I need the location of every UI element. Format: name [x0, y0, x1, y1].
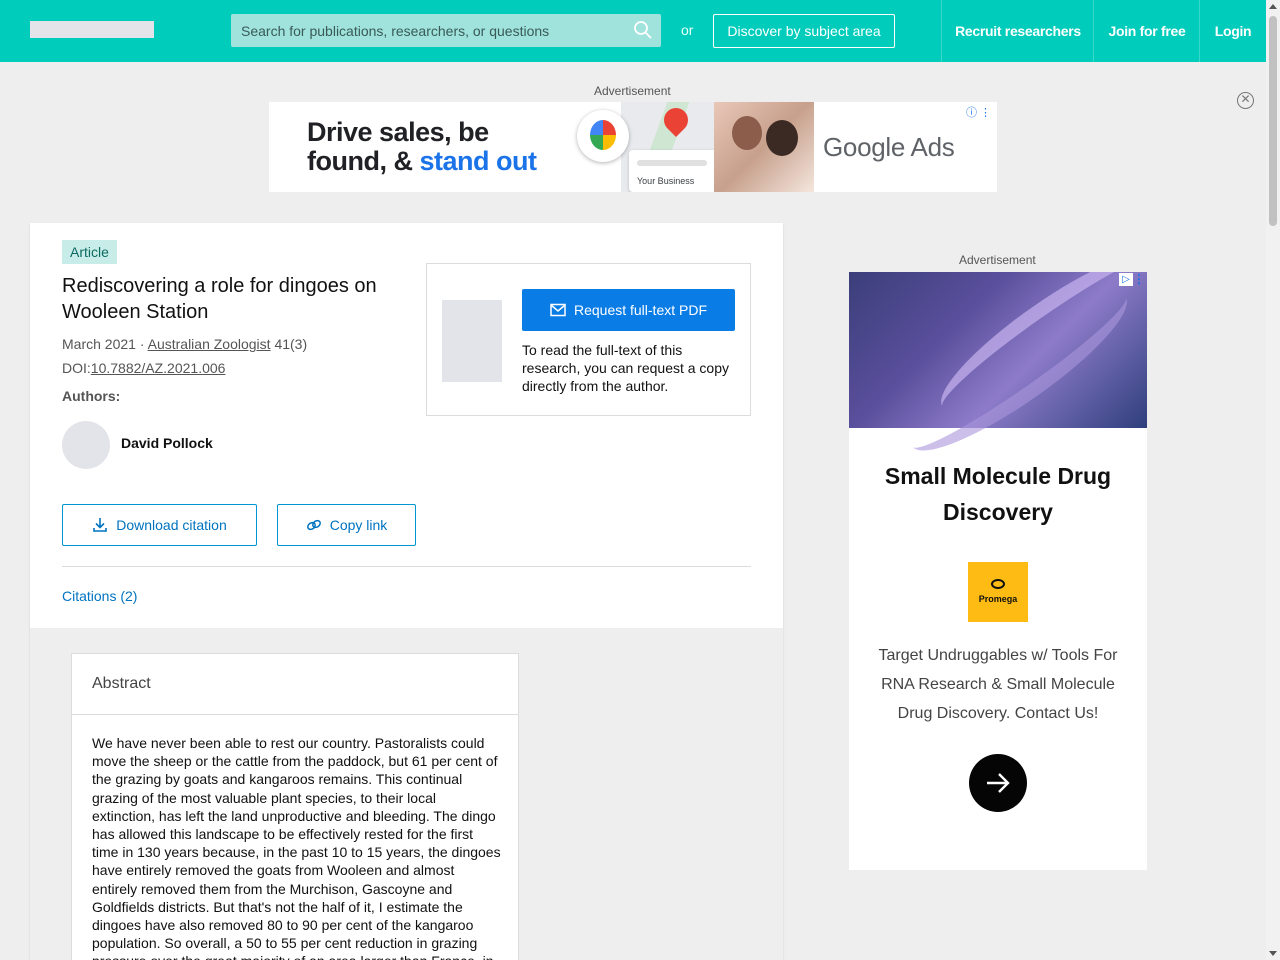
publication-date: March 2021 [62, 336, 136, 352]
ad-dna-image [849, 272, 1147, 472]
right-advertisement[interactable]: ▷ ⋮ Small Molecule Drug Discovery Promeg… [849, 272, 1147, 870]
meta-separator: · [135, 336, 148, 352]
article-meta: March 2021 · Australian Zoologist 41(3) [62, 336, 307, 352]
download-citation-button[interactable]: Download citation [62, 504, 257, 546]
google-maps-icon [577, 110, 629, 162]
abstract-title: Abstract [92, 675, 151, 692]
section-divider [62, 566, 751, 567]
ad-headline-line1: Drive sales, be [307, 117, 489, 147]
author-name[interactable]: David Pollock [121, 435, 213, 451]
download-citation-label: Download citation [116, 517, 227, 533]
promega-logo: Promega [968, 562, 1028, 622]
nav-join-free[interactable]: Join for free [1093, 0, 1200, 62]
ad-people-image [714, 102, 814, 192]
ad-headline: Drive sales, be found, & stand out [307, 117, 537, 176]
discover-subject-button[interactable]: Discover by subject area [713, 14, 895, 48]
top-header: Search for publications, researchers, or… [0, 0, 1266, 62]
ad-info-icon[interactable]: ⓘ ⋮ [966, 104, 991, 120]
top-advertisement[interactable]: Drive sales, be found, & stand out Your … [269, 102, 997, 192]
mail-icon [550, 303, 566, 317]
doi-link[interactable]: 10.7882/AZ.2021.006 [91, 360, 226, 376]
download-icon [93, 518, 108, 532]
doi-prefix: DOI: [62, 360, 91, 376]
ad-headline-line2: found, & [307, 146, 420, 176]
request-pdf-panel: Request full-text PDF To read the full-t… [426, 263, 751, 416]
pdf-thumbnail [442, 300, 502, 382]
nav-login[interactable]: Login [1199, 0, 1266, 62]
scroll-up-arrow[interactable] [1269, 4, 1277, 9]
nav-recruit-researchers[interactable]: Recruit researchers [941, 0, 1094, 62]
request-pdf-button[interactable]: Request full-text PDF [522, 289, 735, 331]
link-icon [306, 519, 321, 531]
copy-link-button[interactable]: Copy link [277, 504, 416, 546]
ad-menu-icon[interactable]: ⋮ [1133, 272, 1145, 286]
doi: DOI:10.7882/AZ.2021.006 [62, 360, 225, 376]
right-ad-headline: Small Molecule Drug Discovery [884, 463, 1112, 525]
article-type-badge: Article [62, 240, 117, 264]
top-ad-label: Advertisement [594, 84, 671, 98]
close-icon[interactable]: ✕ [1237, 92, 1254, 109]
tab-citations[interactable]: Citations (2) [62, 588, 137, 604]
arrow-right-icon[interactable] [969, 754, 1027, 812]
scroll-thumb[interactable] [1269, 16, 1277, 226]
adchoices-icon[interactable]: ▷ [1119, 273, 1133, 286]
ad-brand: Google Ads [823, 132, 955, 162]
search-placeholder: Search for publications, researchers, or… [241, 23, 550, 39]
ad-headline-highlight: stand out [419, 146, 537, 176]
search-icon[interactable] [633, 20, 653, 40]
business-card-graphic: Your Business [629, 150, 719, 192]
journal-link[interactable]: Australian Zoologist [148, 336, 271, 352]
ad-card-text: Your Business [637, 176, 695, 186]
right-ad-body: Target Undruggables w/ Tools For RNA Res… [878, 647, 1118, 722]
request-pdf-label: Request full-text PDF [573, 302, 708, 318]
article-card: Article Rediscovering a role for dingoes… [30, 223, 783, 960]
or-text: or [681, 22, 694, 38]
author-avatar[interactable] [62, 421, 110, 469]
request-pdf-text: To read the full-text of this research, … [522, 342, 730, 394]
copy-link-label: Copy link [329, 517, 388, 533]
journal-volume: 41(3) [270, 336, 308, 352]
right-ad-label: Advertisement [959, 253, 1036, 267]
abstract-card: Abstract We have never been able to rest… [71, 653, 519, 960]
search-input[interactable]: Search for publications, researchers, or… [231, 14, 661, 47]
article-title: Rediscovering a role for dingoes on Wool… [62, 275, 377, 323]
authors-label: Authors: [62, 388, 121, 404]
scroll-down-arrow[interactable] [1269, 951, 1277, 956]
page-scrollbar[interactable] [1266, 0, 1280, 960]
abstract-text: We have never been able to rest our coun… [92, 735, 501, 960]
promega-logo-text: Promega [978, 594, 1018, 604]
abstract-divider [72, 714, 518, 715]
site-logo[interactable] [30, 21, 154, 38]
